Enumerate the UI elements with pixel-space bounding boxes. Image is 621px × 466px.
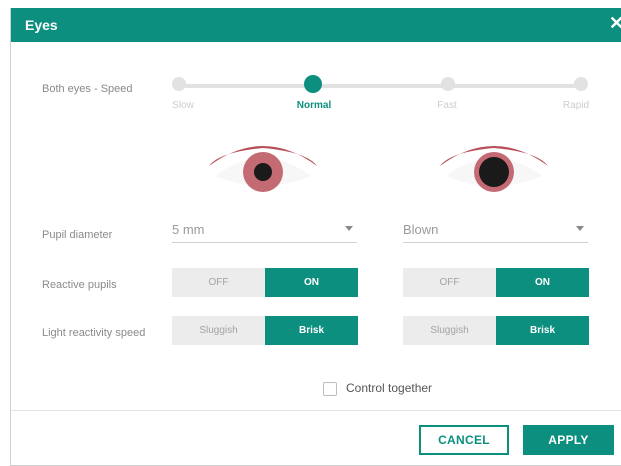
chevron-down-icon [576, 226, 584, 231]
left-pupil-value: 5 mm [172, 222, 205, 237]
left-pupil-select[interactable]: 5 mm [172, 216, 357, 243]
cancel-button[interactable]: CANCEL [419, 425, 509, 455]
speed-tick-rapid[interactable]: Rapid [563, 100, 589, 111]
right-pupil-select[interactable]: Blown [403, 216, 588, 243]
close-icon[interactable]: ✕ [609, 13, 621, 34]
speed-tick-fast[interactable]: Fast [437, 100, 456, 111]
speed-label: Both eyes - Speed [42, 83, 133, 95]
left-eye-icon [209, 146, 317, 192]
left-reactive-off-button[interactable]: OFF [172, 268, 265, 297]
left-reactive-on-button[interactable]: ON [265, 268, 358, 297]
left-sluggish-button[interactable]: Sluggish [172, 316, 265, 345]
dialog-title: Eyes [25, 17, 58, 33]
speed-knob-rapid[interactable] [574, 77, 588, 91]
speed-knob-normal[interactable] [304, 75, 322, 93]
control-together-checkbox[interactable] [323, 382, 337, 396]
light-reactivity-label: Light reactivity speed [42, 327, 146, 339]
eyes-dialog: Eyes ✕ Both eyes - Speed Slow Normal Fas… [10, 8, 621, 466]
pupil-diameter-label: Pupil diameter [42, 229, 113, 241]
speed-tick-normal[interactable]: Normal [297, 100, 331, 111]
right-sluggish-button[interactable]: Sluggish [403, 316, 496, 345]
right-reactive-off-button[interactable]: OFF [403, 268, 496, 297]
reactive-pupils-label: Reactive pupils [42, 279, 117, 291]
right-eye-icon [440, 146, 548, 192]
footer-divider [11, 410, 621, 411]
apply-button[interactable]: APPLY [523, 425, 614, 455]
control-together-label[interactable]: Control together [346, 381, 432, 395]
chevron-down-icon [345, 226, 353, 231]
speed-slider-track[interactable] [177, 84, 586, 88]
right-brisk-button[interactable]: Brisk [496, 316, 589, 345]
right-pupil-value: Blown [403, 222, 439, 237]
speed-knob-fast[interactable] [441, 77, 455, 91]
dialog-header: Eyes ✕ [11, 8, 621, 42]
speed-tick-slow[interactable]: Slow [172, 100, 194, 111]
speed-knob-slow[interactable] [172, 77, 186, 91]
left-brisk-button[interactable]: Brisk [265, 316, 358, 345]
right-reactive-on-button[interactable]: ON [496, 268, 589, 297]
